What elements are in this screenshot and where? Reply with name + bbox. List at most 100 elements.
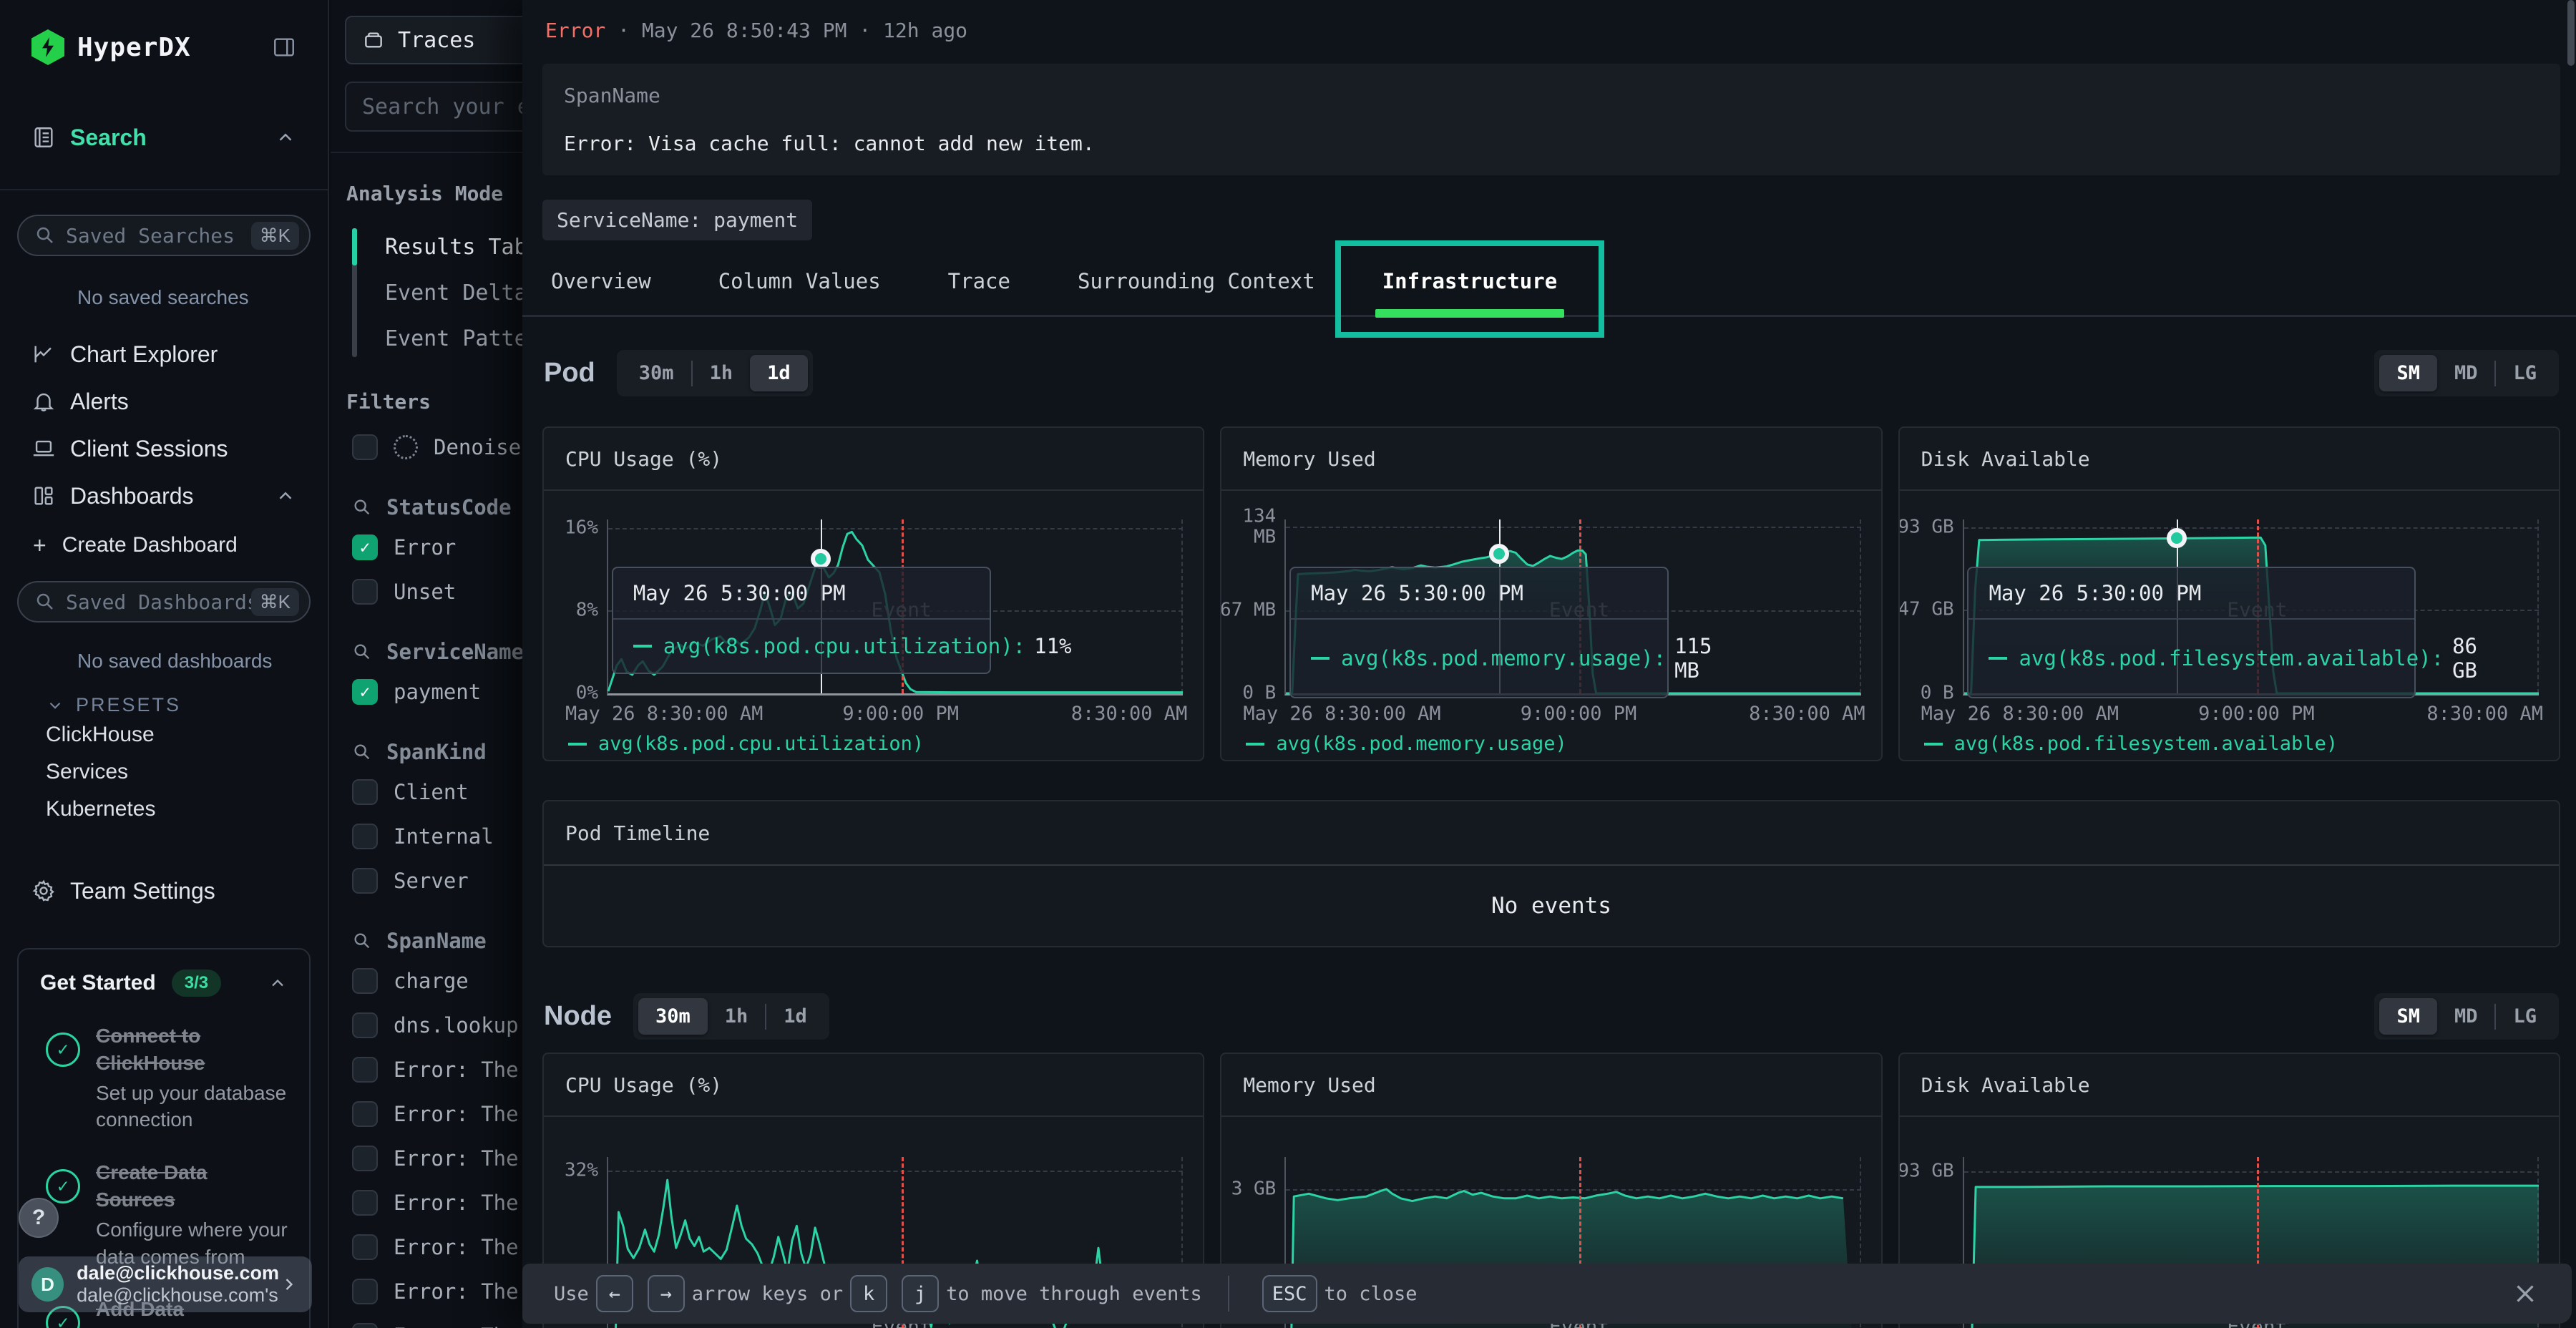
chart-plot[interactable]: 93 GB47 GB0 BEventMay 26 5:30:00 PMavg(k…: [1963, 519, 2539, 695]
search-icon: [34, 591, 56, 612]
tab-overview[interactable]: Overview: [551, 269, 651, 315]
tab-column-values[interactable]: Column Values: [718, 269, 881, 315]
event-tabs: Overview Column Values Trace Surrounding…: [522, 269, 2576, 317]
saved-dashboards-input[interactable]: [66, 590, 251, 614]
tooltip-timestamp: May 26 5:30:00 PM: [1291, 568, 1667, 620]
checkbox[interactable]: [352, 1012, 378, 1038]
sidebar-item-dashboards[interactable]: Dashboards: [0, 472, 328, 519]
gear-icon: [31, 879, 56, 903]
preset-clickhouse[interactable]: ClickHouse: [46, 716, 328, 753]
service-name-chip[interactable]: ServiceName: payment: [542, 200, 812, 240]
reader-icon: [31, 125, 56, 150]
segment-1d[interactable]: 1d: [766, 998, 824, 1035]
segment-lg[interactable]: LG: [2496, 355, 2554, 391]
checkbox[interactable]: [352, 1190, 378, 1216]
y-axis-tick: 134 MB: [1242, 507, 1276, 547]
collapse-sidebar-icon[interactable]: [272, 35, 296, 59]
x-axis-label: 9:00:00 PM: [842, 703, 959, 725]
segment-30m[interactable]: 30m: [622, 355, 691, 391]
y-axis-tick: 0%: [576, 683, 598, 704]
chevron-up-icon: [268, 973, 288, 993]
pod-time-range-control: 30m1h1d: [617, 350, 813, 396]
chart-title: Memory Used: [1221, 1054, 1880, 1117]
app-title: HyperDX: [77, 33, 191, 62]
checkbox[interactable]: [352, 1057, 378, 1083]
footer-text: to move through events: [946, 1283, 1202, 1305]
segment-md[interactable]: MD: [2437, 998, 2495, 1035]
segment-1h[interactable]: 1h: [708, 998, 766, 1035]
tab-trace[interactable]: Trace: [948, 269, 1010, 315]
filter-option-label: Error: [394, 535, 456, 560]
checkbox[interactable]: [352, 1279, 378, 1304]
pod-size-control: SMMDLG: [2374, 350, 2559, 396]
tooltip-series-name: avg(k8s.pod.filesystem.available):: [2019, 646, 2444, 670]
segment-1d[interactable]: 1d: [750, 355, 808, 391]
chart-tooltip: May 26 5:30:00 PMavg(k8s.pod.memory.usag…: [1289, 567, 1669, 698]
sidebar-item-search[interactable]: Search: [0, 114, 328, 160]
preset-kubernetes[interactable]: Kubernetes: [46, 791, 328, 828]
chart-plot[interactable]: 16%8%0%EventMay 26 5:30:00 PMavg(k8s.pod…: [607, 519, 1183, 695]
segment-sm[interactable]: SM: [2379, 355, 2437, 391]
scrollbar-thumb[interactable]: [2567, 0, 2575, 66]
chart-plot[interactable]: 134 MB67 MB0 BEventMay 26 5:30:00 PMavg(…: [1284, 519, 1860, 695]
checkbox[interactable]: [352, 868, 378, 894]
mode-track-active: [352, 228, 357, 265]
sidebar-item-chart-explorer[interactable]: Chart Explorer: [0, 331, 328, 378]
checkbox[interactable]: [352, 579, 378, 605]
sidebar-item-team-settings[interactable]: Team Settings: [0, 868, 328, 914]
right-arrow-key-hint: →: [648, 1275, 685, 1312]
segment-sm[interactable]: SM: [2379, 998, 2437, 1035]
x-axis-label: May 26 8:30:00 AM: [1921, 703, 2119, 725]
checkbox[interactable]: [352, 779, 378, 805]
help-button[interactable]: ?: [19, 1198, 59, 1238]
get-started-step[interactable]: ✓ Connect to ClickHouse Set up your data…: [40, 1022, 288, 1133]
checkbox[interactable]: [352, 1323, 378, 1328]
checkbox[interactable]: [352, 1146, 378, 1171]
segment-lg[interactable]: LG: [2496, 998, 2554, 1035]
x-axis-labels: May 26 8:30:00 AM9:00:00 PM8:30:00 AM: [1284, 695, 1860, 728]
user-subtitle: dale@clickhouse.com's: [77, 1284, 279, 1307]
tab-surrounding-context[interactable]: Surrounding Context: [1078, 269, 1315, 315]
checkbox[interactable]: [352, 824, 378, 849]
node-section-header: Node 30m1h1d SMMDLG: [544, 993, 2559, 1040]
presets-toggle[interactable]: PRESETS: [46, 694, 328, 716]
checkbox[interactable]: [352, 679, 378, 705]
divider: [0, 189, 328, 190]
tab-infrastructure[interactable]: Infrastructure: [1382, 269, 1557, 315]
checkbox[interactable]: [352, 534, 378, 560]
search-icon: [352, 931, 372, 951]
checkbox[interactable]: [352, 968, 378, 994]
chart-title: Disk Available: [1900, 428, 2559, 491]
source-select-value: Traces: [398, 28, 475, 53]
segment-30m[interactable]: 30m: [638, 998, 708, 1035]
denoise-checkbox[interactable]: [352, 434, 378, 460]
legend-swatch: [633, 645, 652, 648]
k-key-hint: k: [850, 1275, 887, 1312]
segment-md[interactable]: MD: [2437, 355, 2495, 391]
sidebar-item-alerts[interactable]: Alerts: [0, 378, 328, 425]
get-started-step[interactable]: ✓ Create Data Sources Configure where yo…: [40, 1159, 288, 1270]
saved-searches-box[interactable]: ⌘K: [17, 215, 311, 256]
sidebar-item-label: Search: [70, 125, 147, 151]
laptop-icon: [31, 436, 56, 461]
saved-searches-input[interactable]: [66, 224, 251, 248]
close-icon[interactable]: [2510, 1279, 2540, 1309]
no-saved-dashboards-text: No saved dashboards: [77, 650, 328, 673]
checkbox[interactable]: [352, 1101, 378, 1127]
get-started-title: Get Started: [40, 971, 156, 995]
segment-1h[interactable]: 1h: [693, 355, 751, 391]
filter-option-label: dns.lookup: [394, 1013, 519, 1038]
filter-option-label: Unset: [394, 580, 456, 604]
preset-services[interactable]: Services: [46, 753, 328, 791]
legend-swatch: [1311, 657, 1330, 660]
plus-icon: +: [33, 532, 47, 559]
saved-dashboards-box[interactable]: ⌘K: [17, 581, 311, 622]
sidebar-item-client-sessions[interactable]: Client Sessions: [0, 425, 328, 472]
user-menu[interactable]: D dale@clickhouse.com dale@clickhouse.co…: [19, 1256, 312, 1312]
hyperdx-logo-icon: [31, 29, 64, 65]
pod-timeline-card: Pod Timeline No events: [542, 800, 2560, 947]
pod-charts-row: CPU Usage (%) 16%8%0%EventMay 26 5:30:00…: [542, 426, 2560, 761]
create-dashboard-button[interactable]: + Create Dashboard: [0, 525, 328, 565]
get-started-header[interactable]: Get Started 3/3: [40, 970, 288, 997]
checkbox[interactable]: [352, 1234, 378, 1260]
